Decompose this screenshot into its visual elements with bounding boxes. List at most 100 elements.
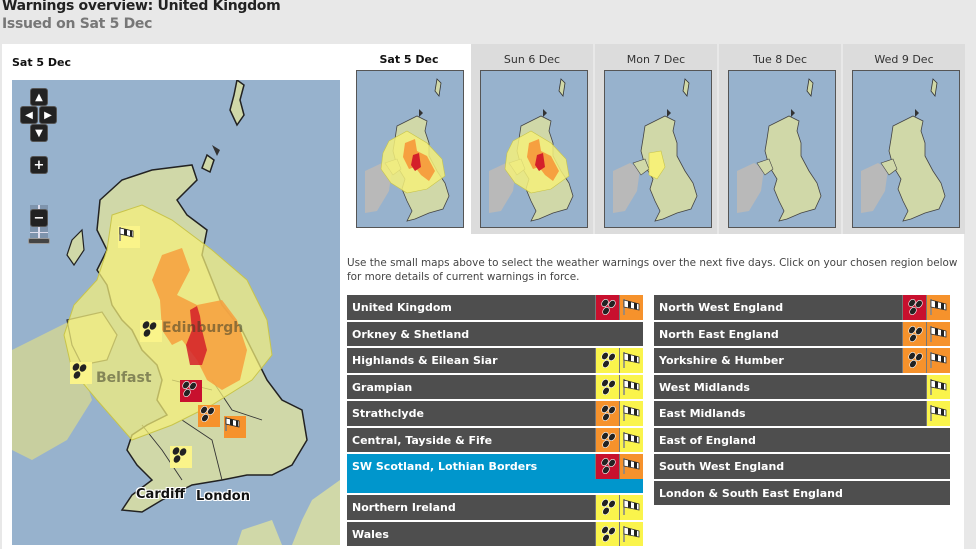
map-thumbnail — [480, 70, 588, 228]
region-name: Highlands & Eilean Siar — [352, 354, 498, 367]
region-row[interactable]: Grampian — [347, 374, 643, 399]
map-thumbnail — [728, 70, 836, 228]
tab-wed-9-dec[interactable]: Wed 9 Dec — [843, 44, 965, 234]
wind-warning-orange — [926, 321, 950, 346]
warning-icons — [595, 374, 643, 399]
tab-tue-8-dec[interactable]: Tue 8 Dec — [719, 44, 841, 234]
wind-icon — [622, 499, 639, 516]
zoom-in-button[interactable]: + — [30, 156, 48, 174]
rain-icon — [600, 431, 616, 448]
wind-icon — [225, 417, 240, 431]
region-row[interactable]: Highlands & Eilean Siar — [347, 348, 643, 373]
rain-icon — [907, 325, 923, 342]
day-tabs: Sat 5 Dec Sun 6 Dec Mon 7 Dec Tue 8 Dec … — [347, 44, 965, 234]
region-row[interactable]: SW Scotland, Lothian Borders — [347, 454, 643, 493]
region-row[interactable]: Northern Ireland — [347, 495, 643, 520]
wind-warning-marker[interactable] — [224, 416, 246, 438]
instructions-text: Use the small maps above to select the w… — [347, 257, 958, 283]
region-row[interactable]: Central, Tayside & Fife — [347, 427, 643, 452]
warnings-panel: Sat 5 Dec Sun 6 Dec Mon 7 Dec Tue 8 Dec … — [347, 44, 965, 549]
warning-icons — [926, 401, 950, 426]
wind-icon — [119, 227, 134, 241]
region-row[interactable]: South West England — [654, 454, 950, 479]
wind-icon — [622, 405, 639, 422]
rain-warning-red — [595, 454, 619, 479]
region-row[interactable]: North West England — [654, 295, 950, 320]
region-row[interactable]: West Midlands — [654, 374, 950, 399]
rain-warning-marker[interactable] — [70, 362, 92, 384]
region-name: North East England — [659, 327, 779, 341]
region-name: United Kingdom — [352, 301, 452, 314]
region-row[interactable]: East of England — [654, 427, 950, 452]
map-thumbnail — [356, 70, 464, 228]
city-label-edinburgh: Edinburgh — [162, 320, 244, 336]
wind-warning-orange — [619, 295, 643, 320]
wind-icon — [622, 525, 639, 542]
warning-icons — [902, 348, 950, 373]
shetland-shape — [682, 78, 690, 97]
region-row[interactable]: Orkney & Shetland — [347, 321, 643, 346]
wind-icon — [929, 299, 946, 316]
pan-down-button[interactable]: ▼ — [30, 124, 48, 142]
wind-icon — [929, 325, 946, 342]
wind-icon — [929, 405, 946, 422]
region-row[interactable]: East Midlands — [654, 401, 950, 426]
zoom-out-button[interactable]: − — [30, 209, 48, 227]
warnings-map[interactable]: Edinburgh Belfast Cardiff London ▲ ◀ ▶ ▼… — [12, 80, 340, 545]
tab-sat-5-dec[interactable]: Sat 5 Dec — [347, 44, 471, 234]
rain-warning-marker[interactable] — [180, 380, 202, 402]
warning-icons — [595, 295, 643, 320]
region-name: Wales — [352, 527, 389, 541]
region-row[interactable]: London & South East England — [654, 480, 950, 505]
region-name: East Midlands — [659, 407, 746, 420]
rain-warning-yellow — [595, 348, 619, 373]
region-row[interactable]: North East England — [654, 321, 950, 346]
ireland-shape — [613, 163, 640, 213]
region-name: West Midlands — [659, 380, 750, 394]
thumbnail-map-graphic — [365, 78, 450, 222]
pan-right-button[interactable]: ▶ — [39, 106, 57, 124]
region-row[interactable]: Wales — [347, 521, 643, 546]
rain-warning-marker[interactable] — [170, 446, 192, 468]
region-row[interactable]: Yorkshire & Humber — [654, 348, 950, 373]
wind-warning-yellow — [926, 401, 950, 426]
britain-shape — [764, 115, 822, 222]
orkney-shape — [667, 109, 671, 117]
rain-warning-marker[interactable] — [198, 405, 220, 427]
rain-warning-marker[interactable] — [140, 320, 162, 342]
rain-icon — [600, 299, 616, 316]
warning-icons — [595, 454, 643, 479]
region-row[interactable]: Strathclyde — [347, 401, 643, 426]
issued-date: Issued on Sat 5 Dec — [2, 16, 153, 32]
city-label-london: London — [196, 489, 250, 504]
ireland-shape — [737, 163, 764, 213]
tab-sun-6-dec[interactable]: Sun 6 Dec — [471, 44, 593, 234]
shetland-shape — [806, 78, 814, 97]
rain-icon — [172, 447, 187, 463]
tab-label: Tue 8 Dec — [752, 53, 808, 66]
tab-label: Sat 5 Dec — [379, 53, 439, 66]
ireland-shape — [861, 163, 888, 213]
rain-icon — [600, 525, 616, 542]
warning-icons — [595, 401, 643, 426]
tab-mon-7-dec[interactable]: Mon 7 Dec — [595, 44, 717, 234]
wind-warning-marker[interactable] — [118, 226, 140, 248]
wind-icon — [622, 378, 639, 395]
pan-left-button[interactable]: ◀ — [20, 106, 38, 124]
zoom-slider-handle[interactable] — [28, 238, 50, 244]
city-label-belfast: Belfast — [96, 370, 152, 386]
rain-icon — [142, 321, 157, 337]
pan-up-button[interactable]: ▲ — [30, 88, 48, 106]
zoom-tick — [30, 232, 48, 233]
wind-warning-orange — [926, 295, 950, 320]
region-name: North West England — [659, 301, 784, 314]
wind-icon — [622, 299, 639, 316]
wind-warning-yellow — [619, 521, 643, 546]
wind-warning-yellow — [619, 374, 643, 399]
region-name: Yorkshire & Humber — [659, 354, 784, 367]
tab-label: Sun 6 Dec — [503, 53, 561, 66]
region-row[interactable]: United Kingdom — [347, 295, 643, 320]
region-name: Central, Tayside & Fife — [352, 433, 493, 447]
rain-icon — [72, 363, 87, 379]
orkney-shape — [543, 109, 547, 117]
